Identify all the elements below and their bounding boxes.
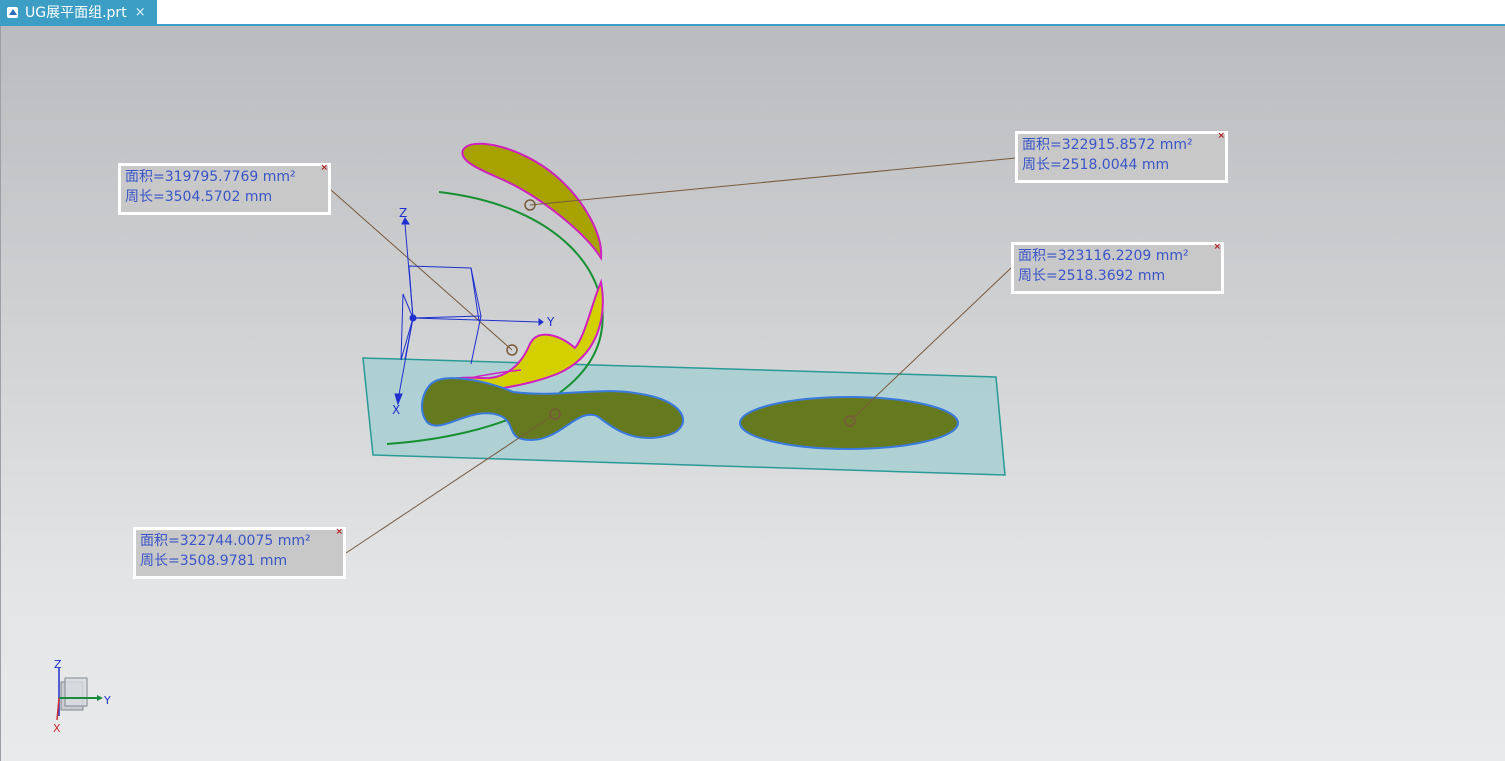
measure-annotation-1[interactable]: 面积=319795.7769 mm² 周长=3504.5702 mm × <box>118 163 331 215</box>
triad-z-label: Z <box>54 658 62 671</box>
perimeter-value: 周长=3504.5702 mm <box>125 189 273 205</box>
graphics-viewport[interactable]: Z Y X Z Y X 面积=319795.7769 mm² 周长=3504.5… <box>0 26 1505 761</box>
model-scene: Z Y X Z Y X <box>53 142 1017 735</box>
measure-annotation-3[interactable]: 面积=323116.2209 mm² 周长=2518.3692 mm × <box>1011 242 1224 294</box>
csys-z-label: Z <box>399 206 407 220</box>
leader-line-2 <box>529 157 1017 206</box>
area-value: 面积=322744.0075 mm² <box>140 533 311 549</box>
view-triad-icon <box>56 668 103 721</box>
triad-x-label: X <box>53 722 61 735</box>
flat-region-ellipse <box>739 396 959 450</box>
area-value: 面积=323116.2209 mm² <box>1018 248 1189 264</box>
perimeter-value: 周长=3508.9781 mm <box>140 553 288 569</box>
document-tab-title: UG展平面组.prt <box>25 5 127 21</box>
perimeter-value: 周长=2518.0044 mm <box>1022 157 1170 173</box>
leader-line-1 <box>330 189 513 351</box>
part-file-icon <box>6 5 20 19</box>
close-annotation-icon[interactable]: × <box>320 164 328 173</box>
close-annotation-icon[interactable]: × <box>1217 132 1225 141</box>
csys-y-label: Y <box>546 315 555 329</box>
area-value: 面积=319795.7769 mm² <box>125 169 296 185</box>
tab-close-icon[interactable]: × <box>135 5 146 20</box>
close-annotation-icon[interactable]: × <box>335 528 343 537</box>
close-annotation-icon[interactable]: × <box>1213 243 1221 252</box>
document-tab-bar: UG展平面组.prt × <box>0 0 1505 26</box>
document-tab[interactable]: UG展平面组.prt × <box>0 0 157 24</box>
measure-annotation-4[interactable]: 面积=322744.0075 mm² 周长=3508.9781 mm × <box>133 527 346 579</box>
perimeter-value: 周长=2518.3692 mm <box>1018 268 1166 284</box>
area-value: 面积=322915.8572 mm² <box>1022 137 1193 153</box>
csys-x-label: X <box>392 403 400 417</box>
measure-annotation-2[interactable]: 面积=322915.8572 mm² 周长=2518.0044 mm × <box>1015 131 1228 183</box>
triad-y-label: Y <box>103 694 111 707</box>
